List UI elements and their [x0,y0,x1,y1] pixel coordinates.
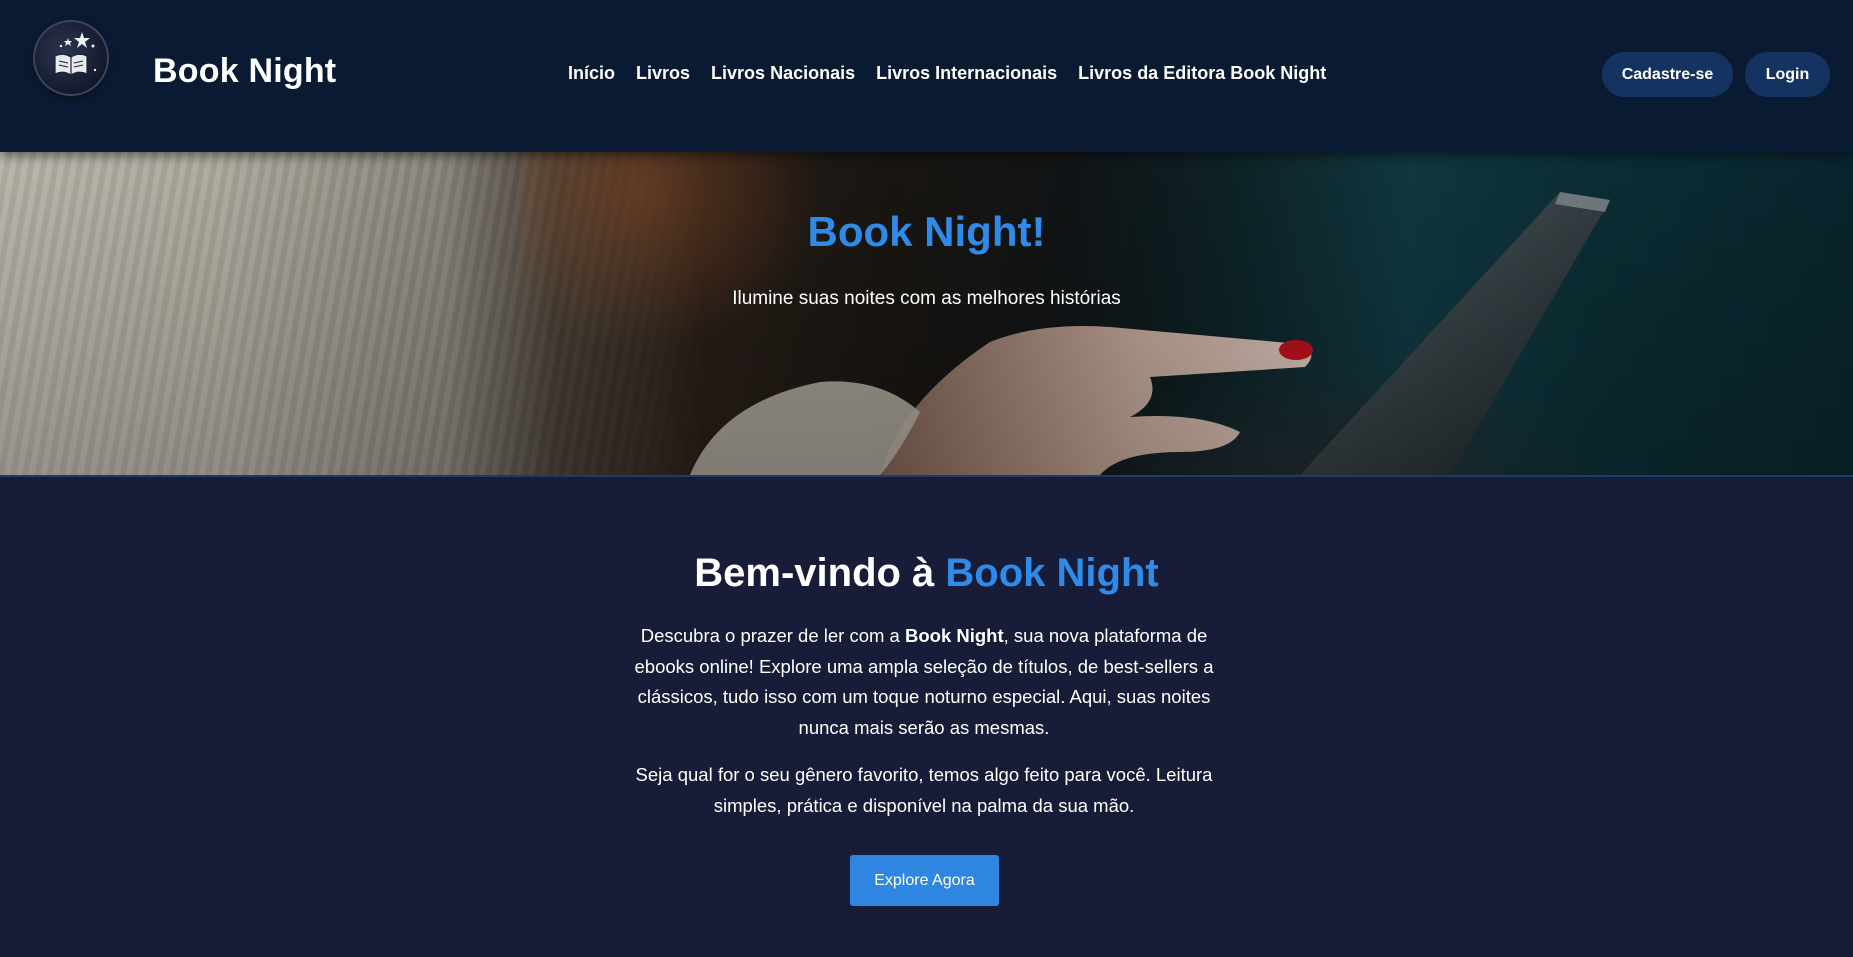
p1-brand-bold: Book Night [904,625,1004,646]
hero-banner: Book Night! Ilumine suas noites com as m… [0,152,1853,475]
welcome-paragraph-1: Descubra o prazer de ler com a Book Nigh… [621,621,1227,743]
p1-text-before: Descubra o prazer de ler com a [640,625,905,646]
welcome-title: Bem-vindo à Book Night [0,551,1853,596]
signup-button[interactable]: Cadastre-se [1602,52,1733,97]
moon-book-stars-icon[interactable] [35,22,107,94]
welcome-title-accent: Book Night [945,551,1159,595]
login-button[interactable]: Login [1745,52,1830,97]
hero-title: Book Night! [807,208,1046,255]
auth-buttons: Cadastre-se Login [1602,52,1830,97]
nav-link-livros[interactable]: Livros [636,63,690,84]
site-header: Book Night Início Livros Livros Nacionai… [0,0,1853,152]
hero-subtitle: Ilumine suas noites com as melhores hist… [732,288,1121,309]
hero-shade [0,152,1853,475]
welcome-section: Bem-vindo à Book Night Descubra o prazer… [0,475,1853,957]
welcome-paragraph-2: Seja qual for o seu gênero favorito, tem… [635,764,1213,816]
nav-link-inicio[interactable]: Início [568,63,615,84]
welcome-title-prefix: Bem-vindo à [694,551,946,595]
nav-link-livros-internacionais[interactable]: Livros Internacionais [876,63,1057,84]
main-nav: Início Livros Livros Nacionais Livros In… [568,63,1326,84]
explore-now-button[interactable]: Explore Agora [850,855,999,906]
nav-link-livros-editora[interactable]: Livros da Editora Book Night [1078,63,1326,84]
nav-link-livros-nacionais[interactable]: Livros Nacionais [711,63,855,84]
brand-name[interactable]: Book Night [153,52,336,91]
